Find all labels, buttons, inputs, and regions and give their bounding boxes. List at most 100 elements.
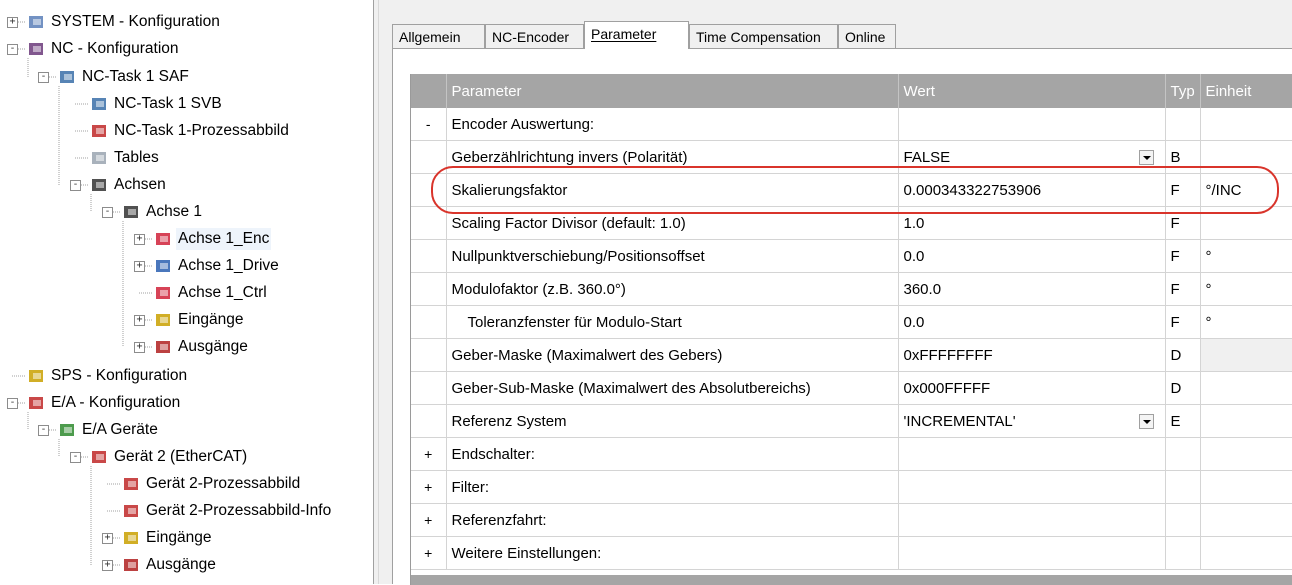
- parameter-row[interactable]: Geberzählrichtung invers (Polarität) FALS…: [411, 140, 1292, 174]
- row-toggle[interactable]: +: [411, 536, 447, 570]
- parameter-value[interactable]: FALSE: [898, 140, 1166, 174]
- tree-node-ger-t-2-prozessabbild[interactable]: Gerät 2-Prozessabbild: [144, 473, 302, 495]
- task-icon: [90, 95, 110, 113]
- controller-icon: [154, 284, 174, 302]
- parameter-name-text: Referenzfahrt:: [451, 511, 547, 529]
- dropdown-arrow-icon[interactable]: [1138, 149, 1154, 165]
- expand-icon[interactable]: +: [102, 533, 113, 544]
- parameter-row[interactable]: Geber-Sub-Maske (Maximalwert des Absolut…: [411, 371, 1292, 405]
- tree-node-eing-nge[interactable]: Eingänge: [176, 309, 246, 331]
- parameter-value[interactable]: 0.0: [898, 305, 1166, 339]
- parameter-row[interactable]: Skalierungsfaktor 0.000343322753906 F °/INC: [411, 173, 1292, 207]
- parameter-value[interactable]: 'INCREMENTAL': [898, 404, 1166, 438]
- parameter-row[interactable]: Geber-Maske (Maximalwert des Gebers) 0xFF…: [411, 338, 1292, 372]
- tree-node-e-a-konfiguration[interactable]: E/A - Konfiguration: [49, 392, 182, 414]
- row-toggle[interactable]: +: [411, 437, 447, 471]
- tree-node-nc-konfiguration[interactable]: NC - Konfiguration: [49, 38, 181, 60]
- parameter-grid[interactable]: Parameter Wert Typ Einheit - Encoder Ausw…: [410, 74, 1292, 585]
- collapse-icon[interactable]: -: [70, 180, 81, 191]
- group-row[interactable]: + Filter:: [411, 470, 1292, 504]
- tree-node-ger-t-2-prozessabbild-info[interactable]: Gerät 2-Prozessabbild-Info: [144, 500, 333, 522]
- collapse-icon[interactable]: -: [38, 425, 49, 436]
- parameter-value[interactable]: [898, 108, 1166, 141]
- inputs-icon: [122, 529, 142, 547]
- tree-node-ger-t-2-ethercat[interactable]: Gerät 2 (EtherCAT): [112, 446, 249, 468]
- parameter-name: Endschalter:: [446, 437, 899, 471]
- parameter-row[interactable]: Toleranzfenster für Modulo-Start 0.0 F °: [411, 305, 1292, 339]
- row-toggle[interactable]: +: [411, 470, 447, 504]
- tree-node-nc-task-1-svb[interactable]: NC-Task 1 SVB: [112, 93, 224, 115]
- expand-icon[interactable]: +: [102, 560, 113, 571]
- parameter-type-text: F: [1170, 214, 1180, 232]
- parameter-value[interactable]: [898, 470, 1166, 504]
- tree-node-ausg-nge[interactable]: Ausgänge: [144, 554, 218, 576]
- parameter-value-text: 1.0: [903, 214, 925, 232]
- collapse-icon[interactable]: -: [7, 44, 18, 55]
- expand-icon[interactable]: +: [134, 234, 145, 245]
- parameter-value[interactable]: 0xFFFFFFFF: [898, 338, 1166, 372]
- collapse-icon[interactable]: -: [70, 452, 81, 463]
- tree-node-tables[interactable]: Tables: [112, 147, 161, 169]
- tree-node-ausg-nge[interactable]: Ausgänge: [176, 336, 250, 358]
- header-type[interactable]: Typ: [1165, 74, 1201, 108]
- group-row[interactable]: + Weitere Einstellungen:: [411, 536, 1292, 570]
- expand-icon[interactable]: +: [7, 17, 18, 28]
- dropdown-arrow-icon[interactable]: [1138, 413, 1154, 429]
- parameter-row[interactable]: Scaling Factor Divisor (default: 1.0) 1.0…: [411, 206, 1292, 240]
- tree-node-eing-nge[interactable]: Eingänge: [144, 527, 214, 549]
- expand-icon[interactable]: +: [134, 261, 145, 272]
- expand-icon[interactable]: +: [134, 342, 145, 353]
- tree-node-system-konfiguration[interactable]: SYSTEM - Konfiguration: [49, 11, 222, 33]
- expand-icon[interactable]: +: [134, 315, 145, 326]
- parameter-value[interactable]: 360.0: [898, 272, 1166, 306]
- parameter-row[interactable]: Referenz System 'INCREMENTAL' E: [411, 404, 1292, 438]
- tab-time-compensation[interactable]: Time Compensation: [689, 24, 838, 48]
- parameter-name-text: Nullpunktverschiebung/Positionsoffset: [451, 247, 705, 265]
- group-row[interactable]: - Encoder Auswertung:: [411, 108, 1292, 141]
- parameter-name-text: Skalierungsfaktor: [451, 181, 568, 199]
- tab-parameter[interactable]: Parameter: [584, 21, 689, 49]
- parameter-row[interactable]: Modulofaktor (z.B. 360.0°) 360.0 F °: [411, 272, 1292, 306]
- header-parameter[interactable]: Parameter: [446, 74, 899, 108]
- parameter-type: [1165, 470, 1201, 504]
- tree-node-achse-1-drive[interactable]: Achse 1_Drive: [176, 255, 281, 277]
- parameter-unit: °: [1200, 239, 1292, 273]
- parameter-value[interactable]: [898, 503, 1166, 537]
- row-toggle[interactable]: -: [411, 108, 447, 141]
- parameter-value[interactable]: 0x000FFFFF: [898, 371, 1166, 405]
- collapse-icon[interactable]: -: [38, 72, 49, 83]
- tab-nc-encoder[interactable]: NC-Encoder: [485, 24, 584, 48]
- tree-node-nc-task-1-saf[interactable]: NC-Task 1 SAF: [80, 66, 191, 88]
- io-config-icon: [27, 394, 47, 412]
- parameter-value[interactable]: 1.0: [898, 206, 1166, 240]
- tree-node-nc-task-1-prozessabbild[interactable]: NC-Task 1-Prozessabbild: [112, 120, 291, 142]
- tree-node-e-a-ger-te[interactable]: E/A Geräte: [80, 419, 160, 441]
- tab-online[interactable]: Online: [838, 24, 896, 48]
- row-toggle: [411, 272, 447, 306]
- group-row[interactable]: + Referenzfahrt:: [411, 503, 1292, 537]
- axes-icon: [90, 176, 110, 194]
- header-unit[interactable]: Einheit: [1200, 74, 1292, 108]
- row-toggle-text: +: [424, 545, 433, 561]
- tree-node-achse-1[interactable]: Achse 1: [144, 201, 204, 223]
- parameter-value[interactable]: [898, 437, 1166, 471]
- parameter-value[interactable]: [898, 536, 1166, 570]
- tree-node-achse-1-ctrl[interactable]: Achse 1_Ctrl: [176, 282, 269, 304]
- parameter-value[interactable]: 0.0: [898, 239, 1166, 273]
- collapse-icon[interactable]: -: [102, 207, 113, 218]
- group-row[interactable]: + Endschalter:: [411, 437, 1292, 471]
- collapse-icon[interactable]: -: [7, 398, 18, 409]
- parameter-row[interactable]: Nullpunktverschiebung/Positionsoffset 0.0…: [411, 239, 1292, 273]
- row-toggle: [411, 305, 447, 339]
- parameter-type: [1165, 503, 1201, 537]
- tree-node-sps-konfiguration[interactable]: SPS - Konfiguration: [49, 365, 189, 387]
- tree-node-achse-1-enc[interactable]: Achse 1_Enc: [176, 228, 272, 250]
- tab-allgemein[interactable]: Allgemein: [392, 24, 485, 48]
- header-value[interactable]: Wert: [898, 74, 1166, 108]
- row-toggle[interactable]: +: [411, 503, 447, 537]
- config-tree[interactable]: + SYSTEM - Konfiguration - NC - Konfigurati…: [0, 0, 373, 584]
- process-image-icon: [90, 122, 110, 140]
- row-toggle: [411, 140, 447, 174]
- tree-node-achsen[interactable]: Achsen: [112, 174, 168, 196]
- parameter-value[interactable]: 0.000343322753906: [898, 173, 1166, 207]
